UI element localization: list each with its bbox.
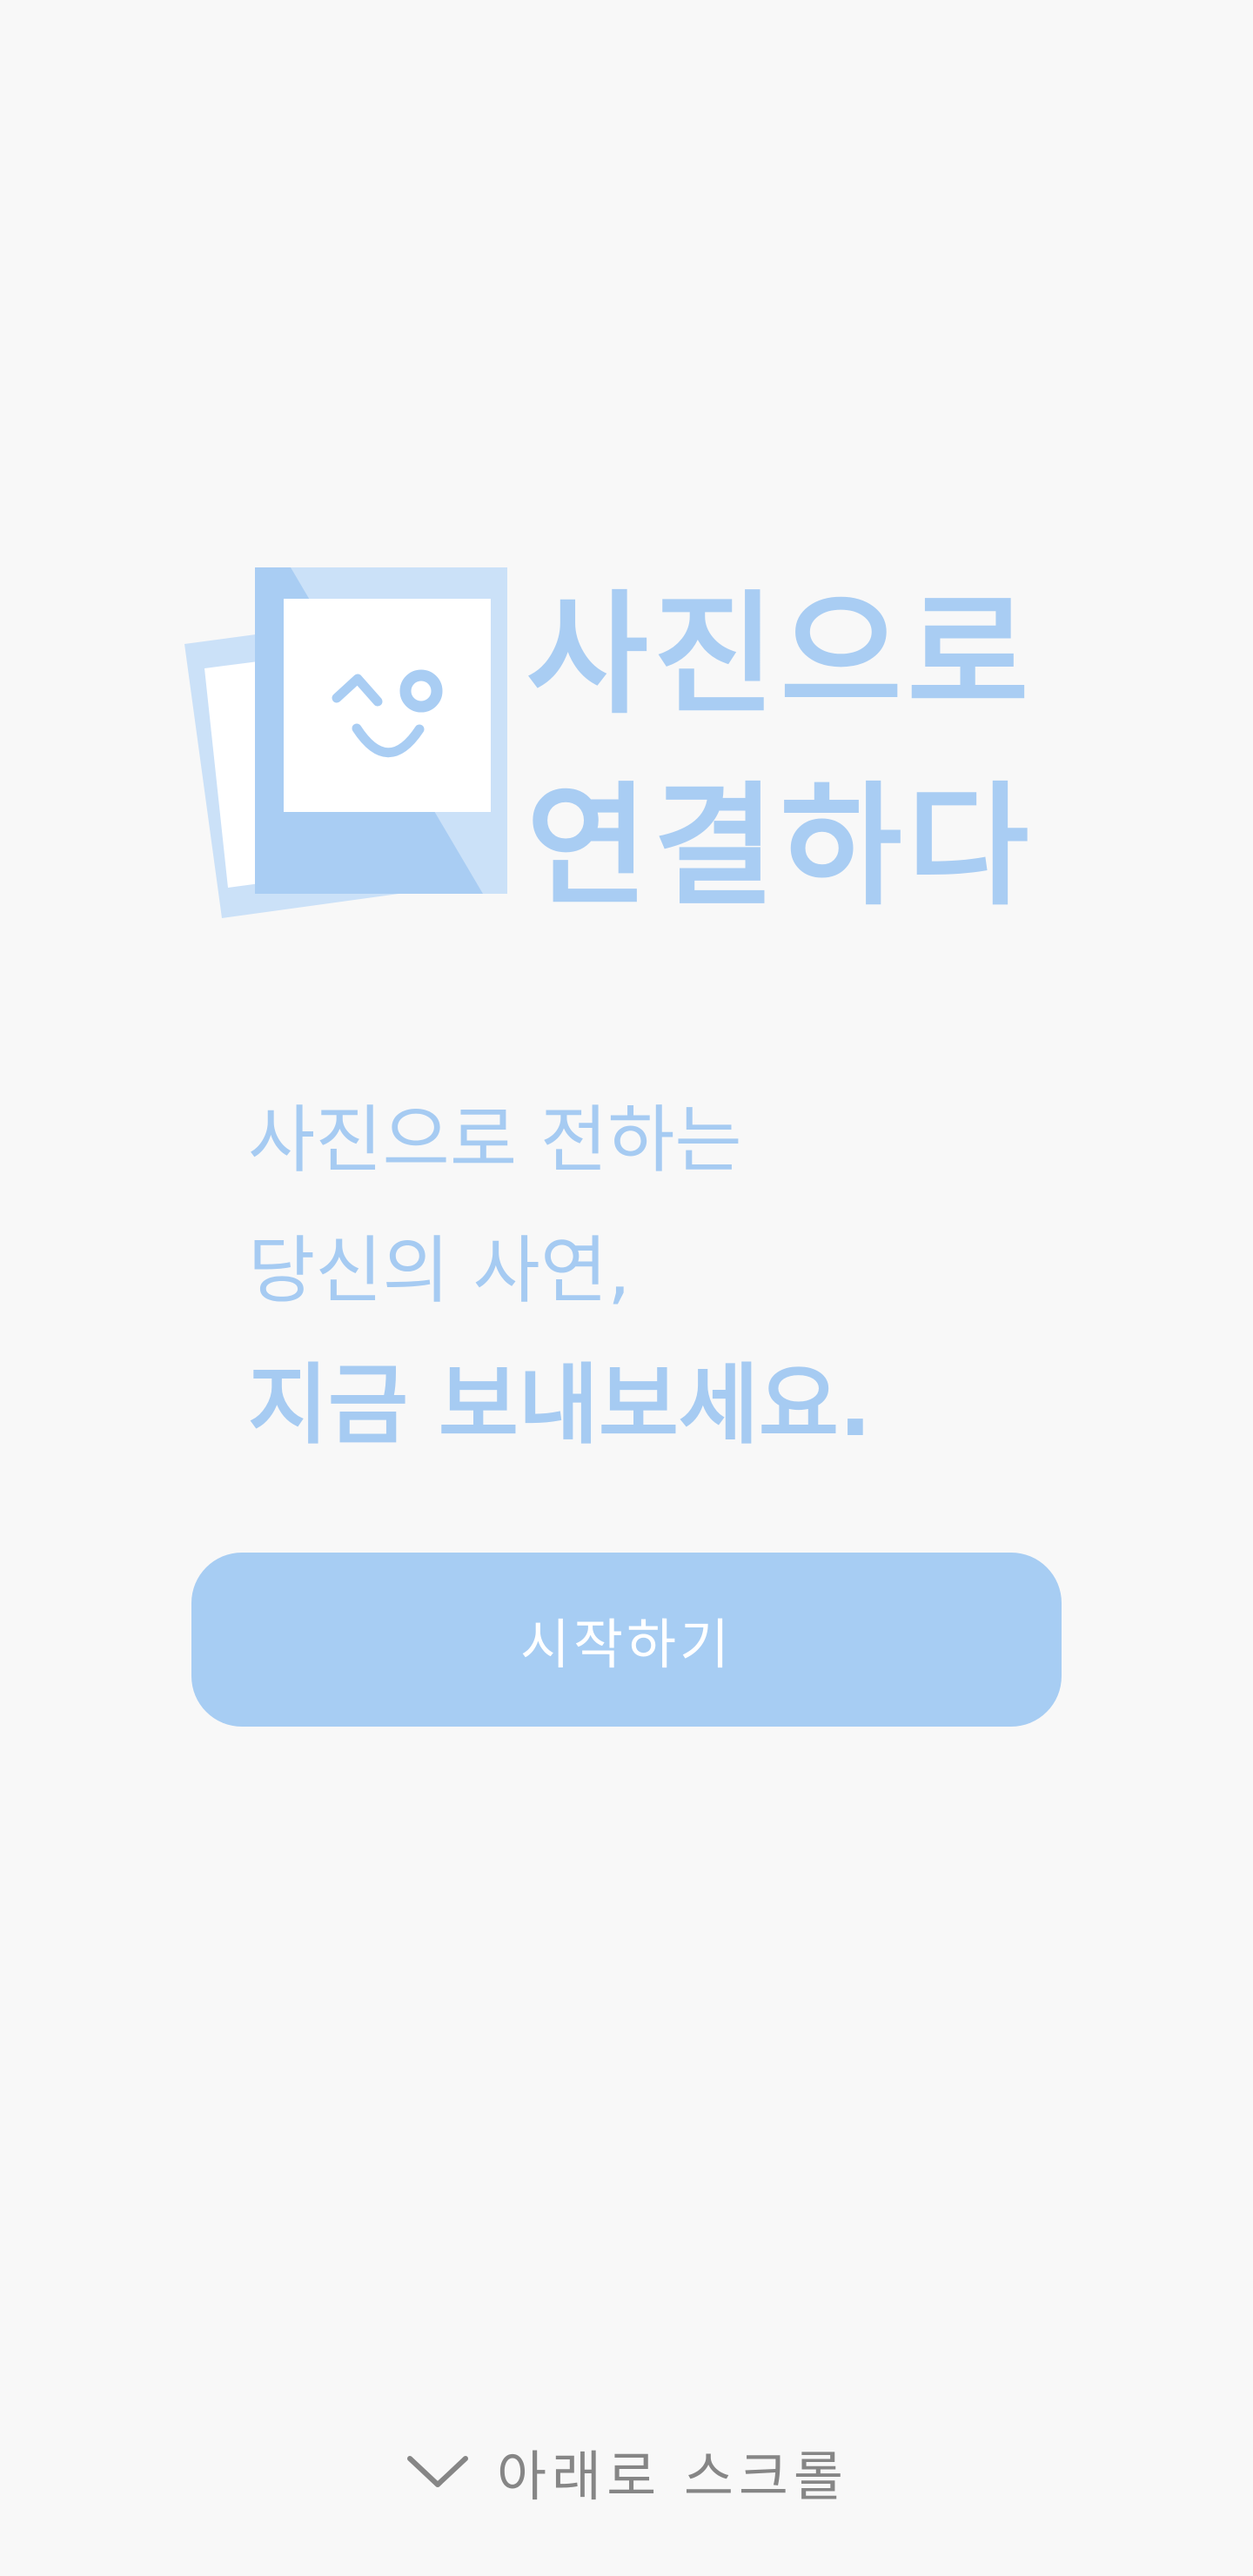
- logo-title: 사진으로 연결하다: [526, 559, 1034, 942]
- message-line2: 당신의 사연,: [248, 1228, 631, 1313]
- logo-title-line2: 연결하다: [526, 768, 1035, 923]
- logo-title-line1: 사진으로: [526, 576, 1035, 732]
- message-line1: 사진으로 전하는: [248, 1097, 742, 1183]
- scroll-down-hint[interactable]: 아래로 스크롤: [0, 2428, 1253, 2515]
- start-button[interactable]: 시작하기: [191, 1553, 1062, 1727]
- scroll-down-label: 아래로 스크롤: [497, 2445, 848, 2508]
- message-line3: 지금 보내보세요.: [248, 1354, 872, 1456]
- intro-screen: 사진으로 연결하다 사진으로 전하는 당신의 사연, 지금 보내보세요. 시작하…: [0, 0, 1253, 2576]
- intro-message: 사진으로 전하는 당신의 사연, 지금 보내보세요.: [248, 1075, 1118, 1475]
- chevron-down-icon: [407, 2456, 469, 2487]
- app-logo: 사진으로 연결하다: [174, 557, 1114, 957]
- smiling-photo-icon: [184, 567, 507, 918]
